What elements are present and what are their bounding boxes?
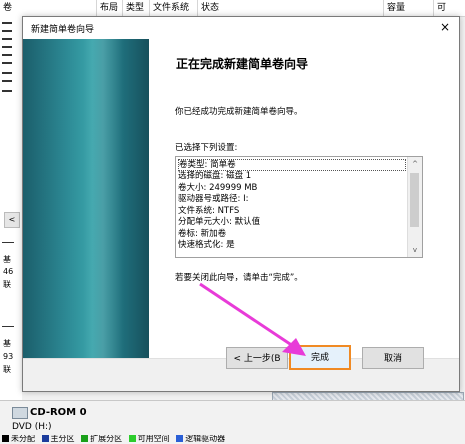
volume-row-marker	[2, 46, 12, 48]
settings-item: 卷标: 新加卷	[178, 228, 227, 239]
close-hint-text: 若要关闭此向导，请单击“完成”。	[175, 273, 303, 283]
scroll-up-icon[interactable]: ^	[408, 158, 422, 170]
wizard-titlebar[interactable]: 新建简单卷向导 ×	[23, 17, 459, 39]
disk-label-line: 基	[3, 339, 11, 348]
settings-list: 卷类型: 简单卷 选择的磁盘: 磁盘 1 卷大小: 249999 MB 驱动器号…	[178, 159, 406, 252]
volume-row-marker	[2, 72, 12, 74]
settings-summary-box[interactable]: 卷类型: 简单卷 选择的磁盘: 磁盘 1 卷大小: 249999 MB 驱动器号…	[175, 156, 423, 258]
disk-separator	[2, 242, 14, 243]
volume-row-marker	[2, 90, 12, 92]
scroll-down-icon[interactable]: v	[408, 244, 422, 256]
settings-item: 快速格式化: 是	[178, 240, 235, 250]
disk-label-line: 基	[3, 255, 11, 264]
column-volume[interactable]: 卷	[0, 0, 96, 16]
column-layout[interactable]: 布局	[96, 0, 122, 16]
horizontal-scroll-left-button[interactable]: <	[4, 212, 20, 228]
back-button[interactable]: < 上一步(B	[226, 347, 288, 369]
settings-item: 分配单元大小: 默认值	[178, 217, 261, 227]
column-type[interactable]: 类型	[122, 0, 149, 16]
volume-row-marker	[2, 30, 12, 32]
logical-drive-swatch	[176, 435, 184, 442]
finish-button[interactable]: 完成	[289, 345, 351, 370]
legend-primary: 主分区	[50, 435, 75, 443]
column-filesystem[interactable]: 文件系统	[149, 0, 197, 16]
legend-extended: 扩展分区	[90, 435, 123, 443]
new-simple-volume-wizard: 新建简单卷向导 × 正在完成新建简单卷向导 你已经成功完成新建简单卷向导。 已选…	[22, 16, 460, 392]
wizard-intro-text: 你已经成功完成新建简单卷向导。	[175, 107, 303, 117]
settings-label: 已选择下列设置:	[175, 143, 238, 153]
cdrom-drive-letter: DVD (H:)	[12, 422, 52, 432]
column-status[interactable]: 状态	[197, 0, 383, 16]
background-side-panel	[0, 16, 22, 443]
extended-partition-swatch	[81, 435, 89, 442]
wizard-heading: 正在完成新建简单卷向导	[176, 57, 309, 71]
cancel-button[interactable]: 取消	[362, 347, 424, 369]
unallocated-swatch	[2, 435, 9, 442]
volume-row-marker	[2, 62, 12, 64]
volume-row-marker	[2, 38, 12, 40]
disk-label-line: 联	[3, 280, 11, 289]
disk-separator	[2, 326, 14, 327]
scrollbar-thumb[interactable]	[410, 173, 419, 227]
legend-logical: 逻辑驱动器	[185, 435, 226, 443]
close-icon[interactable]: ×	[437, 19, 453, 35]
disk-label-line: 联	[3, 365, 11, 374]
disk-label-line: 46	[3, 267, 14, 276]
settings-item: 卷大小: 249999 MB	[178, 182, 258, 193]
volume-row-marker	[2, 54, 12, 56]
partition-legend: 未分配 主分区 扩展分区 可用空间 逻辑驱动器	[0, 435, 465, 443]
primary-partition-swatch	[41, 435, 49, 442]
legend-free: 可用空间	[137, 435, 170, 443]
volume-row-marker	[2, 22, 12, 24]
wizard-side-banner	[23, 39, 149, 358]
volume-row-marker	[2, 80, 12, 82]
settings-item: 文件系统: NTFS	[178, 205, 240, 216]
cdrom-title: CD-ROM 0	[30, 407, 87, 418]
settings-item: 卷类型: 简单卷	[178, 159, 406, 171]
column-free[interactable]: 可	[433, 0, 465, 16]
free-space-swatch	[128, 435, 136, 442]
settings-scrollbar[interactable]: ^ v	[407, 157, 422, 257]
volume-list-header: 卷 布局 类型 文件系统 状态 容量 可	[0, 0, 465, 17]
column-capacity[interactable]: 容量	[383, 0, 433, 16]
wizard-window-title: 新建简单卷向导	[31, 25, 95, 35]
legend-unallocated: 未分配	[11, 435, 35, 443]
settings-item: 驱动器号或路径: I:	[178, 194, 249, 204]
settings-item: 选择的磁盘: 磁盘 1	[178, 171, 252, 181]
cdrom-drive-icon	[12, 407, 28, 419]
disk-label-line: 93	[3, 352, 14, 361]
